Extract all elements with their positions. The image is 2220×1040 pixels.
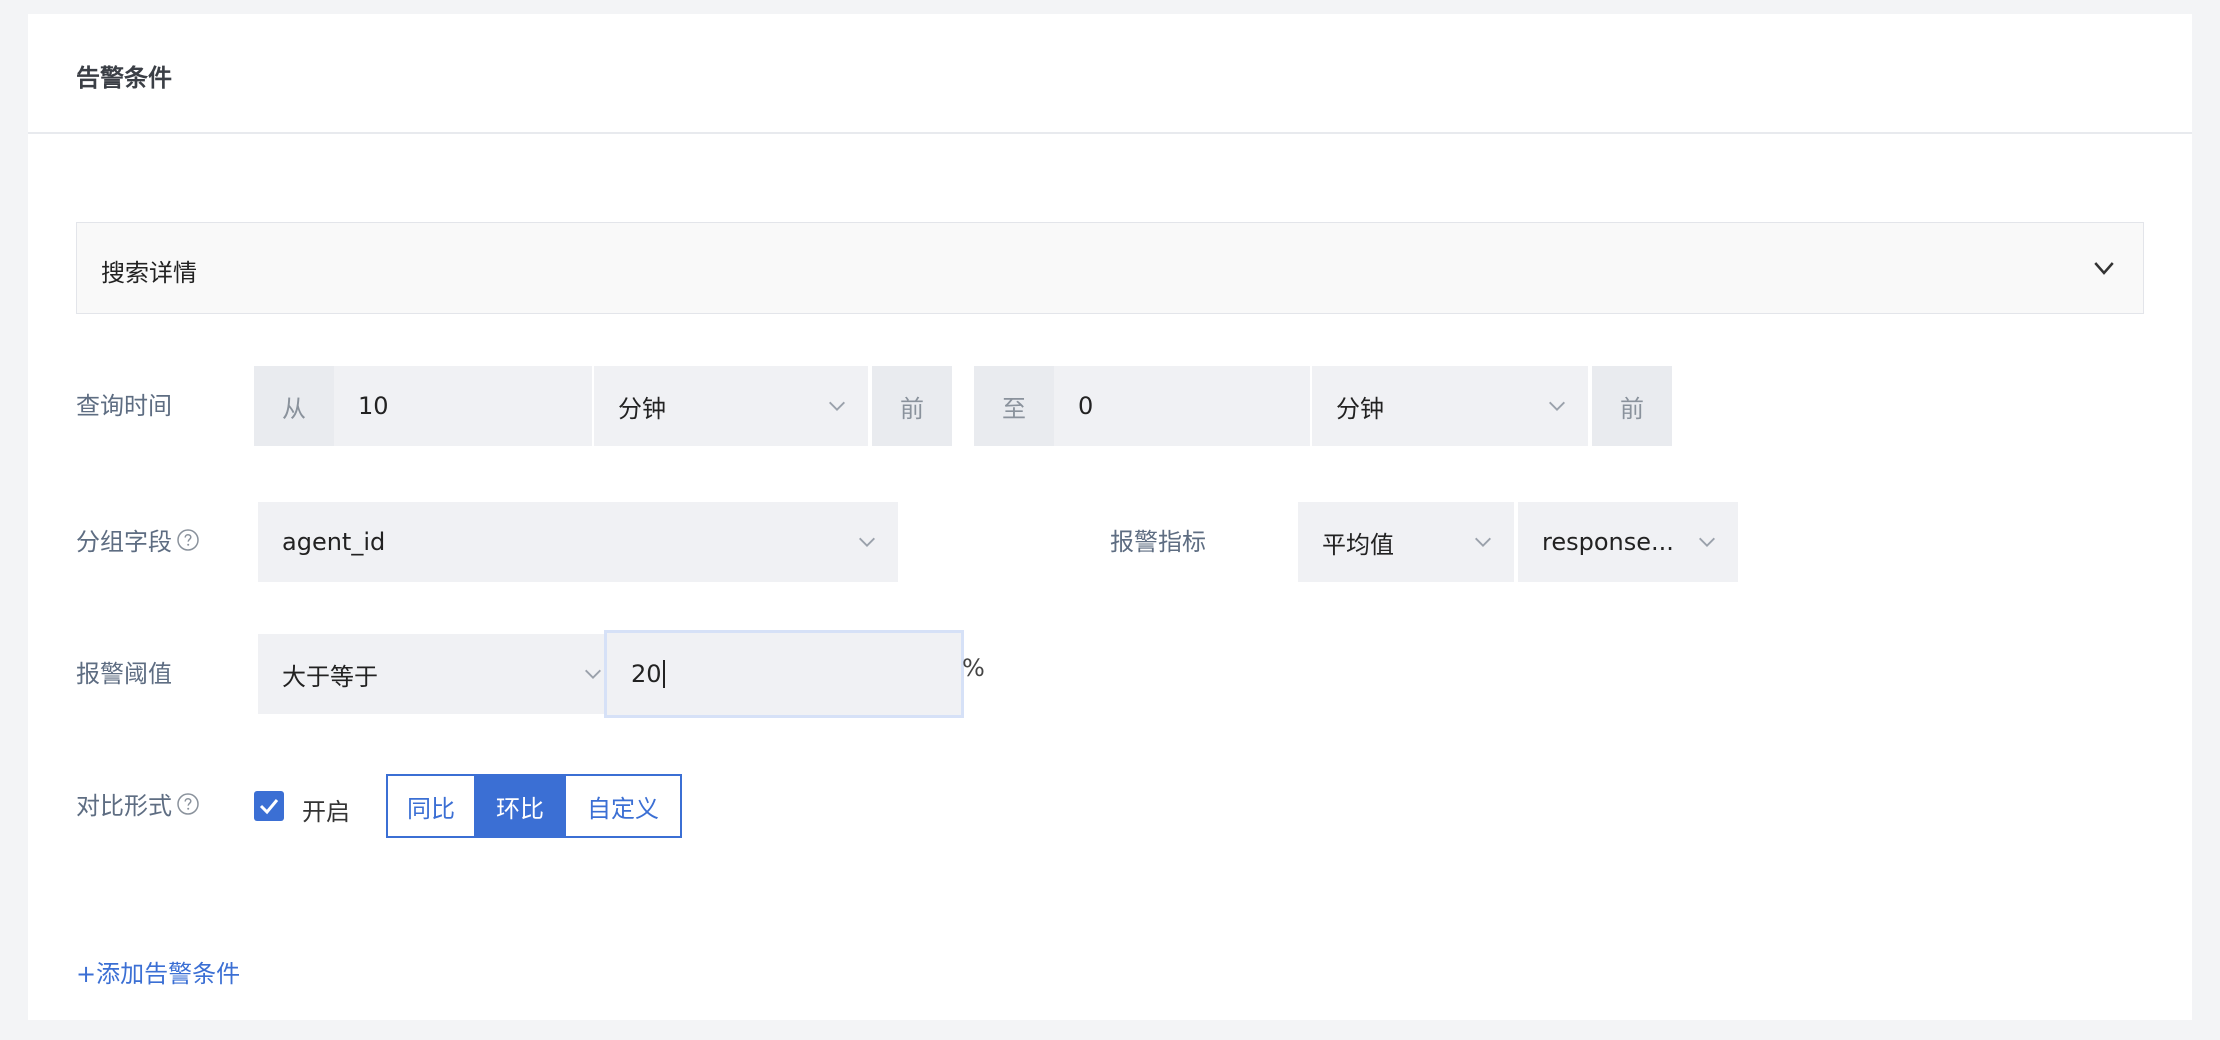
from-value-input[interactable]: 10 (334, 366, 592, 446)
comparison-enable-checkbox[interactable] (254, 791, 284, 821)
chevron-down-icon (1549, 401, 1565, 411)
text-caret (662, 660, 665, 688)
comparison-enable-label: 开启 (302, 798, 350, 826)
group-field-select[interactable]: agent_id (258, 502, 898, 582)
to-suffix: 前 (1592, 366, 1672, 446)
from-unit-value: 分钟 (618, 394, 666, 423)
from-prefix: 从 (254, 366, 334, 446)
to-unit-select[interactable]: 分钟 (1312, 366, 1588, 446)
chevron-down-icon (2094, 262, 2114, 275)
threshold-operator-value: 大于等于 (282, 662, 378, 691)
chevron-down-icon (1699, 537, 1715, 547)
comparison-mode-group: 同比 环比 自定义 (386, 774, 682, 838)
metric-field-value: response... (1542, 528, 1674, 556)
chevron-down-icon (859, 537, 875, 547)
search-details-label: 搜索详情 (101, 259, 197, 287)
metric-aggregation-select[interactable]: 平均值 (1298, 502, 1514, 582)
checkmark-icon (259, 799, 279, 815)
alarm-metric-label: 报警指标 (1110, 528, 1206, 556)
chevron-down-icon (585, 669, 601, 679)
question-circle-icon[interactable] (176, 528, 200, 552)
group-field-value: agent_id (282, 528, 386, 556)
group-field-label: 分组字段 (76, 522, 200, 557)
to-prefix: 至 (974, 366, 1054, 446)
chevron-down-icon (829, 401, 845, 411)
comparison-custom-button[interactable]: 自定义 (566, 776, 680, 836)
from-unit-select[interactable]: 分钟 (594, 366, 868, 446)
question-circle-icon[interactable] (176, 792, 200, 816)
to-unit-value: 分钟 (1336, 394, 1384, 423)
from-suffix: 前 (872, 366, 952, 446)
threshold-unit: % (962, 654, 985, 682)
comparison-mom-button[interactable]: 环比 (476, 776, 566, 836)
to-value-input[interactable]: 0 (1054, 366, 1310, 446)
add-alert-condition-link[interactable]: +添加告警条件 (76, 954, 240, 989)
chevron-down-icon (1475, 537, 1491, 547)
metric-field-select[interactable]: response... (1518, 502, 1738, 582)
comparison-label: 对比形式 (76, 786, 200, 821)
threshold-operator-select[interactable]: 大于等于 (258, 634, 624, 714)
search-details-collapse[interactable]: 搜索详情 (76, 222, 2144, 314)
threshold-value-input[interactable]: 20 (604, 630, 964, 718)
panel-header: 告警条件 (28, 14, 2192, 134)
query-time-label: 查询时间 (76, 392, 172, 420)
threshold-label: 报警阈值 (76, 660, 172, 688)
panel-title: 告警条件 (76, 64, 172, 92)
comparison-yoy-button[interactable]: 同比 (388, 776, 476, 836)
alert-conditions-panel: 告警条件 搜索详情 查询时间 从 10 分钟 前 至 0 分钟 前 分组字段 a (28, 14, 2192, 1020)
metric-aggregation-value: 平均值 (1322, 530, 1394, 559)
